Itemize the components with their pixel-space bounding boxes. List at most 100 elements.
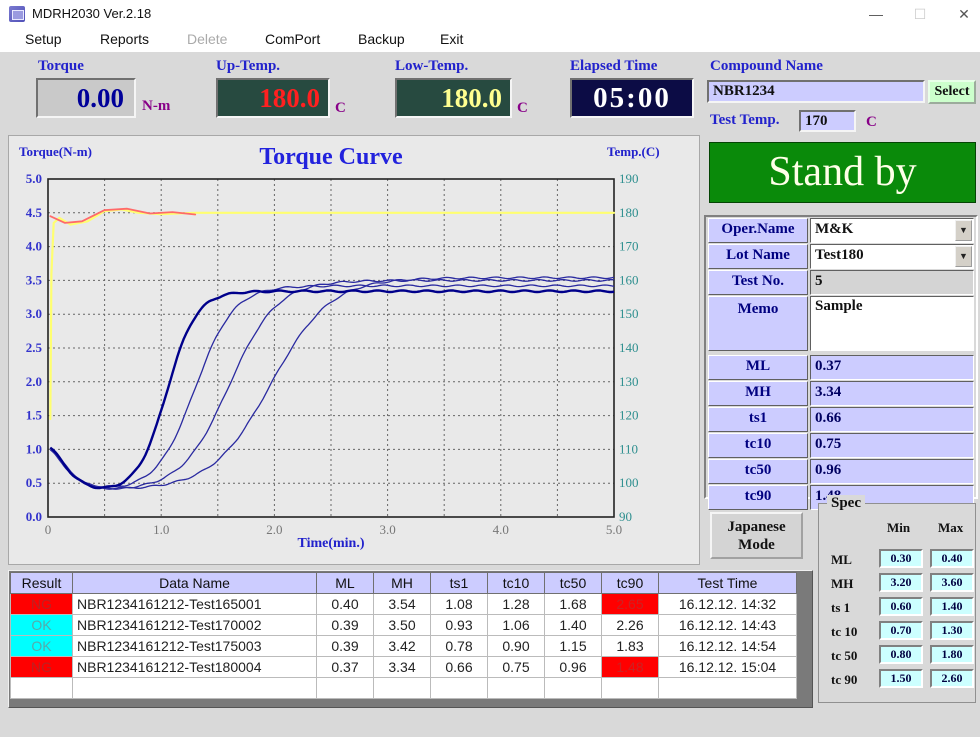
result-tc50-label: tc50 — [708, 459, 808, 484]
spec-row-tc50: tc 500.801.80 — [819, 645, 977, 668]
x-axis-title: Time(min.) — [9, 536, 653, 552]
spec-min-input[interactable]: 0.30 — [879, 549, 923, 568]
spec-max-input[interactable]: 3.60 — [930, 573, 974, 592]
spec-min-header: Min — [887, 520, 910, 536]
test-temp-input[interactable]: 170 — [799, 110, 856, 132]
close-button[interactable]: ✕ — [942, 0, 980, 28]
elapsed-time-label: Elapsed Time — [570, 58, 657, 75]
y-tick-left: 3.5 — [26, 272, 43, 287]
test-time-cell: 16.12.12. 14:43 — [659, 615, 797, 636]
oper-name-dropdown-icon[interactable]: ▼ — [955, 220, 972, 241]
table-row-empty — [11, 678, 797, 699]
result-cell: NG — [11, 594, 73, 615]
elapsed-time-display: 05:00 — [570, 78, 694, 118]
select-button[interactable]: Select — [928, 80, 976, 104]
column-header-data-name[interactable]: Data Name — [73, 573, 317, 594]
lot-name-combobox[interactable]: Test180 ▼ — [810, 244, 974, 269]
menu-setup[interactable]: Setup — [25, 31, 62, 47]
data-name-cell: NBR1234161212-Test175003 — [73, 636, 317, 657]
menu-exit[interactable]: Exit — [440, 31, 463, 47]
menu-backup[interactable]: Backup — [358, 31, 405, 47]
oper-name-combobox[interactable]: M&K ▼ — [810, 218, 974, 243]
menu-reports[interactable]: Reports — [100, 31, 149, 47]
compound-name-label: Compound Name — [710, 58, 823, 75]
app-icon — [9, 6, 25, 22]
torque-curve-panel: Torque(N-m) Torque Curve Temp.(C) 01.02.… — [8, 135, 700, 565]
low-temp-unit: C — [517, 100, 528, 117]
result-cell: OK — [11, 615, 73, 636]
y-tick-left: 1.0 — [26, 441, 42, 456]
column-header-ts1[interactable]: ts1 — [431, 573, 488, 594]
spec-min-input[interactable]: 0.80 — [879, 645, 923, 664]
test-time-cell: 16.12.12. 14:32 — [659, 594, 797, 615]
maximize-button[interactable]: ☐ — [898, 0, 942, 28]
spec-row-tc90: tc 90 1.50 2.60 — [819, 669, 977, 692]
torque-curve-chart: 01.02.03.04.05.00.00.51.01.52.02.53.03.5… — [9, 136, 699, 536]
lot-name-dropdown-icon[interactable]: ▼ — [955, 246, 972, 267]
spec-max-input[interactable]: 1.80 — [930, 645, 974, 664]
y-tick-right: 180 — [619, 205, 639, 220]
result-ts1-value: 0.66 — [810, 407, 974, 432]
test-time-cell: 16.12.12. 15:04 — [659, 657, 797, 678]
spec-max-input[interactable]: 2.60 — [930, 669, 974, 688]
result-cell: OK — [11, 636, 73, 657]
spec-min-input[interactable]: 1.50 — [879, 669, 923, 688]
x-tick: 4.0 — [493, 522, 509, 536]
mh-cell: 3.54 — [374, 594, 431, 615]
spec-row-label: ML — [831, 552, 852, 568]
result-ml-label: ML — [708, 355, 808, 380]
spec-max-input[interactable]: 1.30 — [930, 621, 974, 640]
tc90-cell: 2.65 — [602, 594, 659, 615]
spec-min-input[interactable]: 3.20 — [879, 573, 923, 592]
oper-name-label: Oper.Name — [708, 218, 808, 243]
table-row[interactable]: OKNBR1234161212-Test1750030.393.420.780.… — [11, 636, 797, 657]
menu-delete[interactable]: Delete — [187, 31, 227, 47]
menu-comport[interactable]: ComPort — [265, 31, 320, 47]
mh-cell: 3.50 — [374, 615, 431, 636]
japanese-mode-button[interactable]: Japanese Mode — [710, 512, 803, 559]
column-header-tc10[interactable]: tc10 — [488, 573, 545, 594]
column-header-tc50[interactable]: tc50 — [545, 573, 602, 594]
window-title: MDRH2030 Ver.2.18 — [32, 6, 151, 21]
ml-cell: 0.39 — [317, 636, 374, 657]
y-tick-left: 0.0 — [26, 509, 42, 524]
history-table: ResultData NameMLMHts1tc10tc50tc90Test T… — [10, 572, 797, 699]
tc90-cell: 1.83 — [602, 636, 659, 657]
empty-cell — [73, 678, 317, 699]
spec-min-input[interactable]: 0.60 — [879, 597, 923, 616]
empty-cell — [545, 678, 602, 699]
mh-cell: 3.42 — [374, 636, 431, 657]
column-header-test-time[interactable]: Test Time — [659, 573, 797, 594]
spec-min-input[interactable]: 0.70 — [879, 621, 923, 640]
column-header-mh[interactable]: MH — [374, 573, 431, 594]
tc50-cell: 1.40 — [545, 615, 602, 636]
result-mh-label: MH — [708, 381, 808, 406]
spec-row-label: tc 90 — [831, 672, 857, 688]
table-row[interactable]: OKNBR1234161212-Test1700020.393.500.931.… — [11, 615, 797, 636]
lot-name-value: Test180 — [815, 247, 864, 263]
ml-cell: 0.40 — [317, 594, 374, 615]
y-tick-right: 130 — [619, 374, 639, 389]
up-temp-label: Up-Temp. — [216, 58, 280, 75]
empty-cell — [11, 678, 73, 699]
minimize-button[interactable]: — — [854, 0, 898, 28]
column-header-tc90[interactable]: tc90 — [602, 573, 659, 594]
ts1-cell: 1.08 — [431, 594, 488, 615]
empty-cell — [431, 678, 488, 699]
memo-input[interactable]: Sample — [810, 296, 974, 351]
column-header-result[interactable]: Result — [11, 573, 73, 594]
spec-max-input[interactable]: 0.40 — [930, 549, 974, 568]
compound-name-input[interactable]: NBR1234 — [707, 80, 925, 103]
spec-max-input[interactable]: 1.40 — [930, 597, 974, 616]
result-ml-value: 0.37 — [810, 355, 974, 380]
column-header-ml[interactable]: ML — [317, 573, 374, 594]
japanese-mode-line1: Japanese — [712, 518, 801, 536]
test-no-value: 5 — [810, 270, 974, 295]
japanese-mode-line2: Mode — [712, 536, 801, 554]
test-time-cell: 16.12.12. 14:54 — [659, 636, 797, 657]
tc10-cell: 1.28 — [488, 594, 545, 615]
status-display: Stand by — [709, 142, 976, 203]
table-row[interactable]: NGNBR1234161212-Test1650010.403.541.081.… — [11, 594, 797, 615]
table-row[interactable]: NGNBR1234161212-Test1800040.373.340.660.… — [11, 657, 797, 678]
x-tick: 5.0 — [606, 522, 622, 536]
